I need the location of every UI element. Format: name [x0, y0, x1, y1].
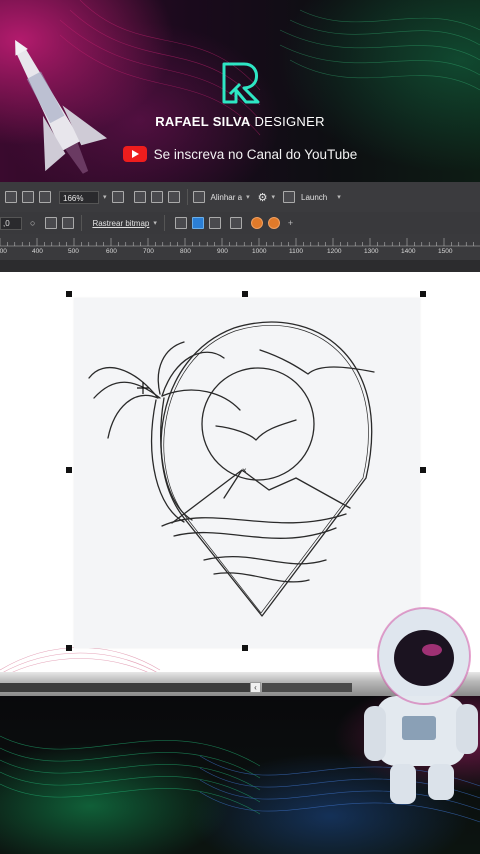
color-styles-icon[interactable]	[267, 217, 280, 229]
launch-dropdown[interactable]: Launch	[301, 193, 327, 202]
ruler-tick-label: 400	[32, 248, 43, 255]
youtube-subscribe-cta[interactable]: Se inscreva no Canal do YouTube	[0, 146, 480, 162]
grid-icon[interactable]	[150, 191, 163, 203]
mirror-horizontal-icon[interactable]	[45, 217, 58, 229]
ruler-tick-label: 1400	[401, 248, 416, 255]
ruler-tick-label: 1500	[438, 248, 453, 255]
import-icon[interactable]	[5, 191, 17, 203]
chevron-down-icon[interactable]: ▾	[153, 219, 157, 227]
ruler-tick-label: 500	[68, 248, 79, 255]
guidelines-icon[interactable]	[167, 191, 180, 203]
ruler-tick-label: 1200	[327, 248, 342, 255]
add-icon[interactable]: +	[288, 218, 293, 228]
brand-name-light: DESIGNER	[250, 114, 325, 129]
horizontal-ruler: 300 400 500 600 700 800 900 1000 1100 12…	[0, 234, 480, 261]
toolbar-divider	[163, 215, 165, 231]
crosshair-cursor-icon	[137, 382, 149, 394]
ruler-tick-label: 800	[180, 248, 191, 255]
trace-bitmap-dropdown[interactable]: Rastrear bitmap	[92, 219, 149, 228]
chevron-down-icon[interactable]: ▾	[271, 193, 275, 201]
selection-handle-bottom-middle[interactable]	[242, 645, 248, 651]
ruler-tick-label: 1000	[252, 248, 267, 255]
crop-bitmap-icon[interactable]	[174, 217, 187, 229]
launch-icon[interactable]	[283, 191, 295, 203]
horizontal-scrollbar-track[interactable]	[0, 683, 250, 692]
ruler-tick-label: 600	[106, 248, 117, 255]
bitmap-color-mask-icon[interactable]	[250, 217, 263, 229]
zoom-level-field[interactable]: 166%	[59, 190, 99, 204]
mirror-vertical-icon[interactable]	[62, 217, 75, 229]
brand-name-bold: RAFAEL SILVA	[155, 114, 251, 129]
selection-handle-middle-left[interactable]	[66, 467, 72, 473]
brand-name: RAFAEL SILVA DESIGNER	[0, 114, 480, 129]
edit-bitmap-icon[interactable]	[191, 217, 204, 229]
toolbar-divider	[81, 215, 83, 231]
options-icon[interactable]	[192, 191, 205, 203]
publish-icon[interactable]	[39, 191, 51, 203]
ruler-tick-label: 900	[217, 248, 228, 255]
selection-handle-top-right[interactable]	[420, 291, 426, 297]
horizontal-scrollbar-thumb[interactable]	[262, 683, 352, 692]
ruler-tick-label: 300	[0, 248, 7, 255]
outline-width-field[interactable]: ,0	[0, 216, 22, 230]
chevron-down-icon[interactable]: ▾	[337, 193, 341, 201]
brand-logo-icon	[222, 62, 260, 104]
astronaut-illustration	[364, 607, 478, 804]
resample-icon[interactable]	[229, 217, 242, 229]
full-screen-icon[interactable]	[111, 191, 124, 203]
ruler-tick-label: 700	[143, 248, 154, 255]
youtube-cta-text: Se inscreva no Canal do YouTube	[153, 146, 358, 162]
rotate-icon[interactable]: ○	[30, 218, 35, 228]
selection-handle-bottom-left[interactable]	[66, 645, 72, 651]
ruler-shadow	[0, 260, 480, 272]
ruler-tick-label: 1300	[364, 248, 379, 255]
toolbar-divider	[186, 189, 188, 205]
chevron-down-icon[interactable]: ▾	[103, 193, 107, 201]
property-bar-top: 166% ▾ Alinhar a ▾ ⚙ ▾ Launch ▾	[0, 182, 480, 213]
selection-handle-middle-right[interactable]	[420, 467, 426, 473]
scroll-left-button[interactable]: ‹	[250, 682, 261, 693]
bounding-box-icon[interactable]	[208, 217, 221, 229]
snap-to-icon[interactable]	[133, 191, 146, 203]
ruler-tick-label: 1100	[289, 248, 303, 255]
selection-handle-top-middle[interactable]	[242, 291, 248, 297]
selection-handle-top-left[interactable]	[66, 291, 72, 297]
property-bar-bitmap: ,0 ○ Rastrear bitmap ▾ +	[0, 212, 480, 235]
youtube-play-icon	[122, 146, 147, 162]
export-icon[interactable]	[22, 191, 34, 203]
align-dropdown[interactable]: Alinhar a	[211, 193, 243, 202]
selection-center-marker[interactable]: ×	[242, 466, 247, 475]
gear-icon[interactable]: ⚙	[258, 191, 268, 204]
chevron-down-icon[interactable]: ▾	[246, 193, 250, 201]
